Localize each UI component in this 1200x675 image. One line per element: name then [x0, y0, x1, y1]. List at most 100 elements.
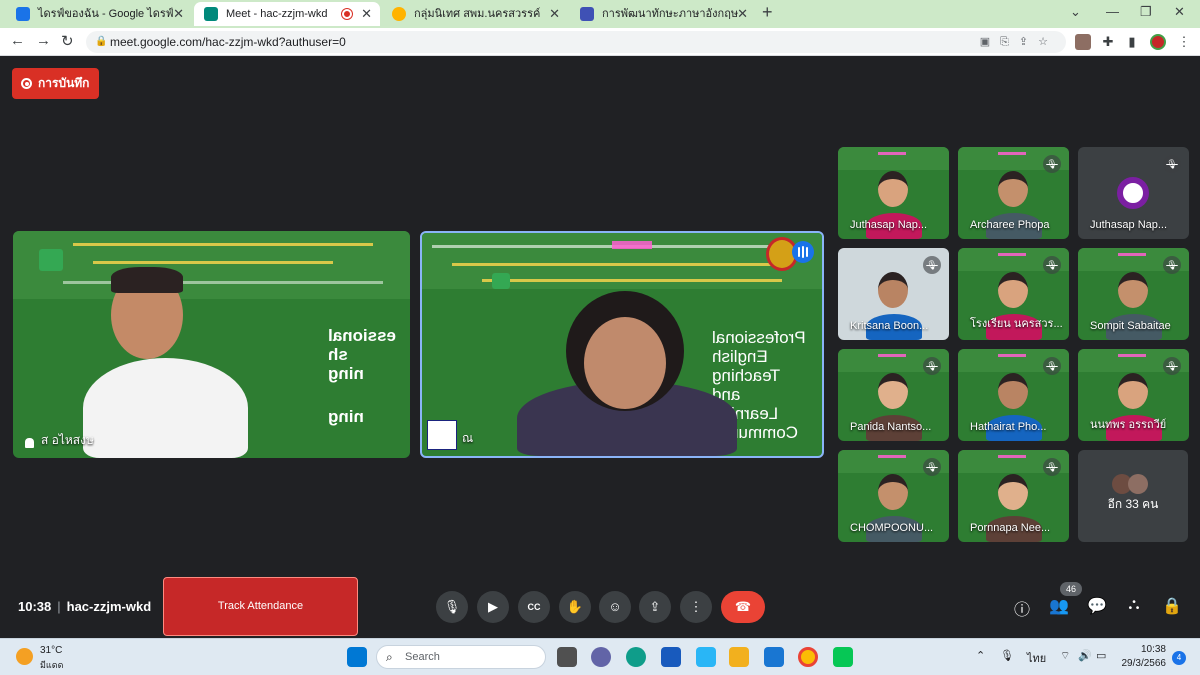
tab-supervision-group[interactable]: กลุ่มนิเทศ สพม.นครสวรรค์ ✕ [382, 2, 568, 26]
menu-kebab-icon[interactable]: ⋮ [1176, 34, 1192, 50]
more-participants-tile[interactable]: อีก 33 คน [1078, 450, 1188, 542]
host-controls-icon[interactable]: 🔒 [1161, 596, 1183, 616]
banner-decoration [452, 263, 782, 266]
participant-tile-main-1[interactable]: essional sh ning ning ส อไหสงษ [13, 231, 410, 458]
leave-call-button[interactable]: ☎ [721, 591, 765, 623]
taskbar-clock-time[interactable]: 10:38 [1116, 644, 1166, 655]
show-hidden-icons-icon[interactable]: ⌃ [976, 649, 985, 662]
tab-google-drive[interactable]: ไดรฟ์ของฉัน - Google ไดรฟ์ ✕ [6, 2, 192, 26]
close-tab-icon[interactable]: ✕ [173, 2, 184, 26]
lock-icon: 🔒 [95, 36, 108, 47]
l-app-icon[interactable] [696, 647, 716, 667]
close-tab-icon[interactable]: ✕ [361, 2, 372, 26]
participant-tile-main-2[interactable]: Professional English Teaching and Learni… [420, 231, 824, 458]
participant-tile[interactable]: 🎙 Pornnapa Nee... [958, 450, 1069, 542]
person-icon [25, 438, 34, 448]
raise-hand-button[interactable]: ✋ [559, 591, 591, 623]
restore-icon[interactable]: ❐ [1140, 4, 1152, 20]
participant-tile[interactable]: 🎙 Kritsana Boon... [838, 248, 949, 340]
tab-english-development[interactable]: การพัฒนาทักษะภาษาอังกฤษ English ✕ [570, 2, 756, 26]
network-icon[interactable]: ⌔ [1060, 649, 1070, 663]
google-forms-icon [580, 7, 594, 21]
participant-face [998, 272, 1028, 308]
tab-meet[interactable]: Meet - hac-zzjm-wkd ✕ [194, 2, 380, 26]
participant-face [584, 317, 666, 409]
microphone-button[interactable]: 🎙 [436, 591, 468, 623]
slide-line: Teaching [712, 366, 781, 385]
emoji-icon: ☺ [608, 599, 622, 614]
reactions-button[interactable]: ☺ [599, 591, 631, 623]
notification-count-badge[interactable]: 4 [1172, 651, 1186, 665]
chat-icon[interactable]: 💬 [1086, 596, 1108, 616]
reload-icon[interactable]: ↻ [61, 32, 74, 50]
camera-icon: ▶ [488, 599, 498, 614]
tab-search-chevron-icon[interactable]: ⌄ [1070, 4, 1081, 20]
tab-title: กลุ่มนิเทศ สพม.นครสวรรค์ [414, 8, 541, 20]
chrome-icon[interactable] [798, 647, 818, 667]
file-explorer-icon[interactable] [729, 647, 749, 667]
banner-decoration [482, 279, 782, 282]
omnibox-action-icons[interactable]: ▣⎘⇪☆ [980, 31, 1058, 53]
close-tab-icon[interactable]: ✕ [549, 2, 560, 26]
people-icon[interactable]: 👥 [1048, 596, 1070, 616]
captions-button[interactable]: CC [518, 591, 550, 623]
windows-start-icon[interactable] [347, 647, 367, 667]
side-panel-icon[interactable]: ▮ [1124, 34, 1140, 50]
minimize-icon[interactable]: — [1106, 4, 1119, 19]
participant-face [878, 474, 908, 510]
word-icon[interactable] [661, 647, 681, 667]
slide-line: essional [328, 326, 397, 345]
present-icon: ⇪ [649, 599, 661, 614]
profile-avatar[interactable] [1150, 34, 1166, 50]
slide-line: ning [328, 407, 364, 426]
task-view-icon[interactable] [557, 647, 577, 667]
participant-avatar [1117, 177, 1149, 209]
participant-tile[interactable]: 🎙 โรงเรียน นครสวร... [958, 248, 1069, 340]
participant-face [878, 272, 908, 308]
taskbar-search[interactable]: ⌕ Search [376, 645, 546, 669]
participant-tile[interactable]: 🎙 Sompit Sabaitae [1078, 248, 1189, 340]
slide-banner [838, 147, 949, 170]
participant-tile[interactable]: 🎙 Archaree Phopa [958, 147, 1069, 239]
back-icon[interactable]: ← [10, 32, 25, 49]
meeting-details-icon[interactable]: ⓘ [1011, 596, 1033, 620]
participant-tile[interactable]: Juthasap Nap... [838, 147, 949, 239]
participant-tile[interactable]: 🎙 CHOMPOONU... [838, 450, 949, 542]
participant-avatar [1128, 474, 1148, 494]
extension-icon[interactable] [1075, 34, 1091, 50]
participant-tile[interactable]: 🎙 Juthasap Nap... [1078, 147, 1189, 239]
participant-name: Juthasap Nap... [1090, 219, 1168, 231]
battery-icon[interactable]: ▭ [1096, 649, 1106, 662]
muted-mic-icon: 🎙 [1043, 256, 1061, 274]
participant-tile[interactable]: 🎙 Panida Nantso... [838, 349, 949, 441]
microphone-tray-icon[interactable]: 🎙 [1000, 649, 1014, 662]
volume-icon[interactable]: 🔊 [1078, 649, 1092, 662]
edge-browser-icon[interactable] [626, 647, 646, 667]
close-window-icon[interactable]: ✕ [1174, 4, 1185, 20]
present-screen-button[interactable]: ⇪ [639, 591, 671, 623]
new-tab-icon[interactable]: + [762, 2, 773, 23]
extensions-puzzle-icon[interactable]: ✚ [1100, 34, 1116, 50]
chat-app-icon[interactable] [591, 647, 611, 667]
mail-icon[interactable] [764, 647, 784, 667]
meeting-info: 10:38 | hac-zzjm-wkd [18, 599, 152, 614]
close-tab-icon[interactable]: ✕ [737, 2, 748, 26]
activities-icon[interactable]: ⛬ [1123, 596, 1145, 614]
input-language[interactable]: ไทย [1027, 649, 1046, 667]
cefr-logo [427, 420, 457, 450]
line-app-icon[interactable] [833, 647, 853, 667]
weather-sun-icon[interactable] [16, 648, 33, 665]
record-icon [21, 78, 32, 89]
participant-tile[interactable]: 🎙 นนทพร อรรถวีย์ [1078, 349, 1189, 441]
banner-decoration [612, 241, 652, 249]
url-field[interactable]: 🔒 meet.google.com/hac-zzjm-wkd?authuser=… [86, 31, 1066, 53]
forward-icon[interactable]: → [36, 32, 51, 49]
camera-button[interactable]: ▶ [477, 591, 509, 623]
recording-button[interactable]: การบันทึก [12, 68, 100, 99]
track-attendance-button[interactable]: Track Attendance [163, 577, 358, 636]
more-options-button[interactable]: ⋮ [680, 591, 712, 623]
banner-decoration [432, 245, 782, 248]
participant-tile[interactable]: 🎙 Hathairat Pho... [958, 349, 1069, 441]
taskbar-clock-date[interactable]: 29/3/2566 [1110, 658, 1167, 669]
captions-icon: CC [527, 602, 541, 612]
